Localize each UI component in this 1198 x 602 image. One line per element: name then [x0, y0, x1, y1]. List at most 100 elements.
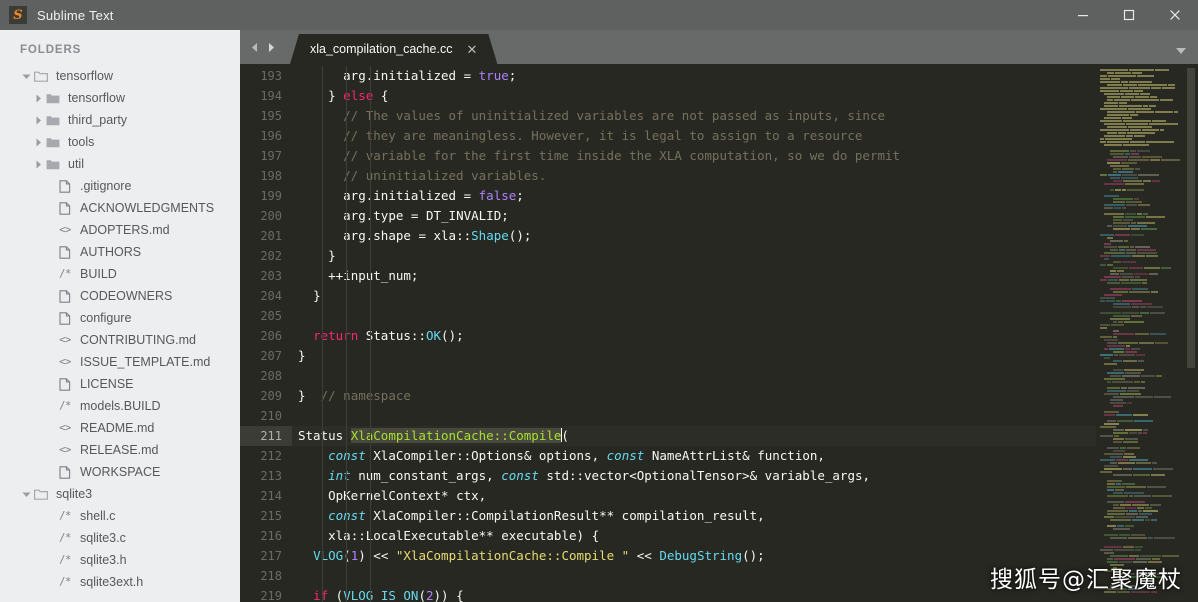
scrollbar-thumb[interactable] [1187, 68, 1195, 368]
code-line[interactable] [292, 366, 1096, 386]
code-line[interactable]: } [292, 286, 1096, 306]
sidebar-item-adopters-md[interactable]: <> ADOPTERS.md [0, 219, 240, 241]
source-file-icon: /* [59, 510, 71, 522]
code-line[interactable]: } else { [292, 86, 1096, 106]
code-line[interactable]: xla::LocalExecutable** executable) { [292, 526, 1096, 546]
tab-xla-compilation-cache[interactable]: xla_compilation_cache.cc ✕ [290, 34, 497, 64]
markup-file-icon: <> [59, 422, 71, 434]
sidebar-item-tensorflow[interactable]: tensorflow [0, 65, 240, 87]
sidebar-item-configure[interactable]: configure [0, 307, 240, 329]
code-line[interactable] [292, 306, 1096, 326]
source-file-icon: /* [59, 532, 71, 544]
no-arrow-spacer [44, 549, 56, 571]
markup-file-icon: <> [56, 219, 74, 241]
code-line[interactable]: int num_constant_args, const std::vector… [292, 466, 1096, 486]
chevron-right-icon [36, 116, 41, 124]
code-line[interactable]: } [292, 346, 1096, 366]
sidebar-item-license[interactable]: LICENSE [0, 373, 240, 395]
vertical-scrollbar[interactable] [1184, 64, 1198, 602]
markup-file-icon: <> [56, 351, 74, 373]
code-line[interactable]: } // namespace [292, 386, 1096, 406]
sidebar-item-shell-c[interactable]: /* shell.c [0, 505, 240, 527]
code-line[interactable]: const XlaCompiler::Options& options, con… [292, 446, 1096, 466]
code-line[interactable]: // uninitialized variables. [292, 166, 1096, 186]
code-line[interactable]: } [292, 246, 1096, 266]
sidebar-item-label: RELEASE.md [80, 443, 159, 457]
source-file-icon: /* [56, 549, 74, 571]
sidebar-item-label: ADOPTERS.md [80, 223, 170, 237]
line-number: 219 [260, 589, 282, 602]
chevron-right-arrow[interactable] [32, 153, 44, 175]
code-line[interactable]: arg.shape = xla::Shape(); [292, 226, 1096, 246]
tab-navigation[interactable] [240, 30, 284, 64]
sidebar-item-issue-template-md[interactable]: <> ISSUE_TEMPLATE.md [0, 351, 240, 373]
code-line[interactable]: arg.type = DT_INVALID; [292, 206, 1096, 226]
chevron-right-arrow[interactable] [32, 131, 44, 153]
code-line[interactable] [292, 566, 1096, 586]
sidebar-item-readme-md[interactable]: <> README.md [0, 417, 240, 439]
code-content[interactable]: arg.initialized = true; } else { // The … [292, 64, 1096, 602]
folder-icon [46, 94, 60, 104]
minimap[interactable] [1096, 64, 1184, 602]
code-line[interactable]: // variable for the first time inside th… [292, 146, 1096, 166]
line-number: 193 [260, 69, 282, 83]
sidebar-item-gitignore[interactable]: .gitignore [0, 175, 240, 197]
code-line[interactable]: arg.initialized = false; [292, 186, 1096, 206]
code-line[interactable]: Status XlaCompilationCache::Compile( [292, 426, 1096, 446]
code-line[interactable]: arg.initialized = true; [292, 66, 1096, 86]
code-line[interactable]: ++input_num; [292, 266, 1096, 286]
sidebar-item-models-build[interactable]: /* models.BUILD [0, 395, 240, 417]
sidebar-item-contributing-md[interactable]: <> CONTRIBUTING.md [0, 329, 240, 351]
tab-close-icon[interactable]: ✕ [466, 43, 477, 56]
sidebar-item-release-md[interactable]: <> RELEASE.md [0, 439, 240, 461]
chevron-down-arrow[interactable] [20, 65, 32, 87]
no-arrow-spacer [44, 263, 56, 285]
sidebar-item-tools[interactable]: tools [0, 131, 240, 153]
logo-glyph: S [13, 7, 23, 23]
sidebar-item-workspace[interactable]: WORKSPACE [0, 461, 240, 483]
sidebar-item-sqlite3[interactable]: sqlite3 [0, 483, 240, 505]
sidebar-item-build[interactable]: /* BUILD [0, 263, 240, 285]
no-arrow-spacer [44, 285, 56, 307]
tab-overflow-menu-button[interactable] [1174, 46, 1188, 56]
sidebar-item-sqlite3-c[interactable]: /* sqlite3.c [0, 527, 240, 549]
sidebar-item-util[interactable]: util [0, 153, 240, 175]
chevron-down-arrow[interactable] [20, 483, 32, 505]
code-line[interactable]: if (VLOG_IS_ON(2)) { [292, 586, 1096, 602]
file-icon [56, 285, 74, 307]
folder-icon [44, 153, 62, 175]
sidebar-item-authors[interactable]: AUTHORS [0, 241, 240, 263]
line-number: 216 [260, 529, 282, 543]
close-button[interactable] [1152, 0, 1198, 30]
sidebar-item-label: sqlite3ext.h [80, 575, 144, 589]
code-line[interactable]: OpKernelContext* ctx, [292, 486, 1096, 506]
sidebar-item-third-party[interactable]: third_party [0, 109, 240, 131]
source-file-icon: /* [56, 395, 74, 417]
code-line[interactable]: return Status::OK(); [292, 326, 1096, 346]
minimap-line [1100, 590, 1181, 593]
chevron-right-arrow[interactable] [32, 87, 44, 109]
file-icon [59, 245, 71, 259]
sidebar-item-codeowners[interactable]: CODEOWNERS [0, 285, 240, 307]
no-arrow-spacer [44, 351, 56, 373]
code-line[interactable]: // they are meaningless. However, it is … [292, 126, 1096, 146]
folder-tree[interactable]: tensorflow tensorflow third_party tools util… [0, 65, 240, 593]
sidebar-item-label: models.BUILD [80, 399, 161, 413]
code-editor[interactable]: 193 194 195 196 197 198 199 200 201 202 203 204 205 2… [240, 64, 1198, 602]
sidebar-item-sqlite3-h[interactable]: /* sqlite3.h [0, 549, 240, 571]
code-line[interactable]: const XlaCompiler::CompilationResult** c… [292, 506, 1096, 526]
code-line[interactable]: // The values of uninitialized variables… [292, 106, 1096, 126]
sidebar-item-sqlite3ext-h[interactable]: /* sqlite3ext.h [0, 571, 240, 593]
line-number: 209 [260, 389, 282, 403]
code-line[interactable] [292, 406, 1096, 426]
code-line[interactable]: VLOG(1) << "XlaCompilationCache::Compile… [292, 546, 1096, 566]
sidebar-item-acknowledgments[interactable]: ACKNOWLEDGMENTS [0, 197, 240, 219]
sidebar-item-tensorflow[interactable]: tensorflow [0, 87, 240, 109]
chevron-right-arrow[interactable] [32, 109, 44, 131]
minimize-button[interactable] [1060, 0, 1106, 30]
line-number-gutter: 193 194 195 196 197 198 199 200 201 202 203 204 205 2… [240, 64, 292, 602]
line-number: 200 [260, 209, 282, 223]
file-icon [56, 175, 74, 197]
maximize-button[interactable] [1106, 0, 1152, 30]
folders-sidebar[interactable]: FOLDERS tensorflow tensorflow third_party t… [0, 30, 240, 602]
